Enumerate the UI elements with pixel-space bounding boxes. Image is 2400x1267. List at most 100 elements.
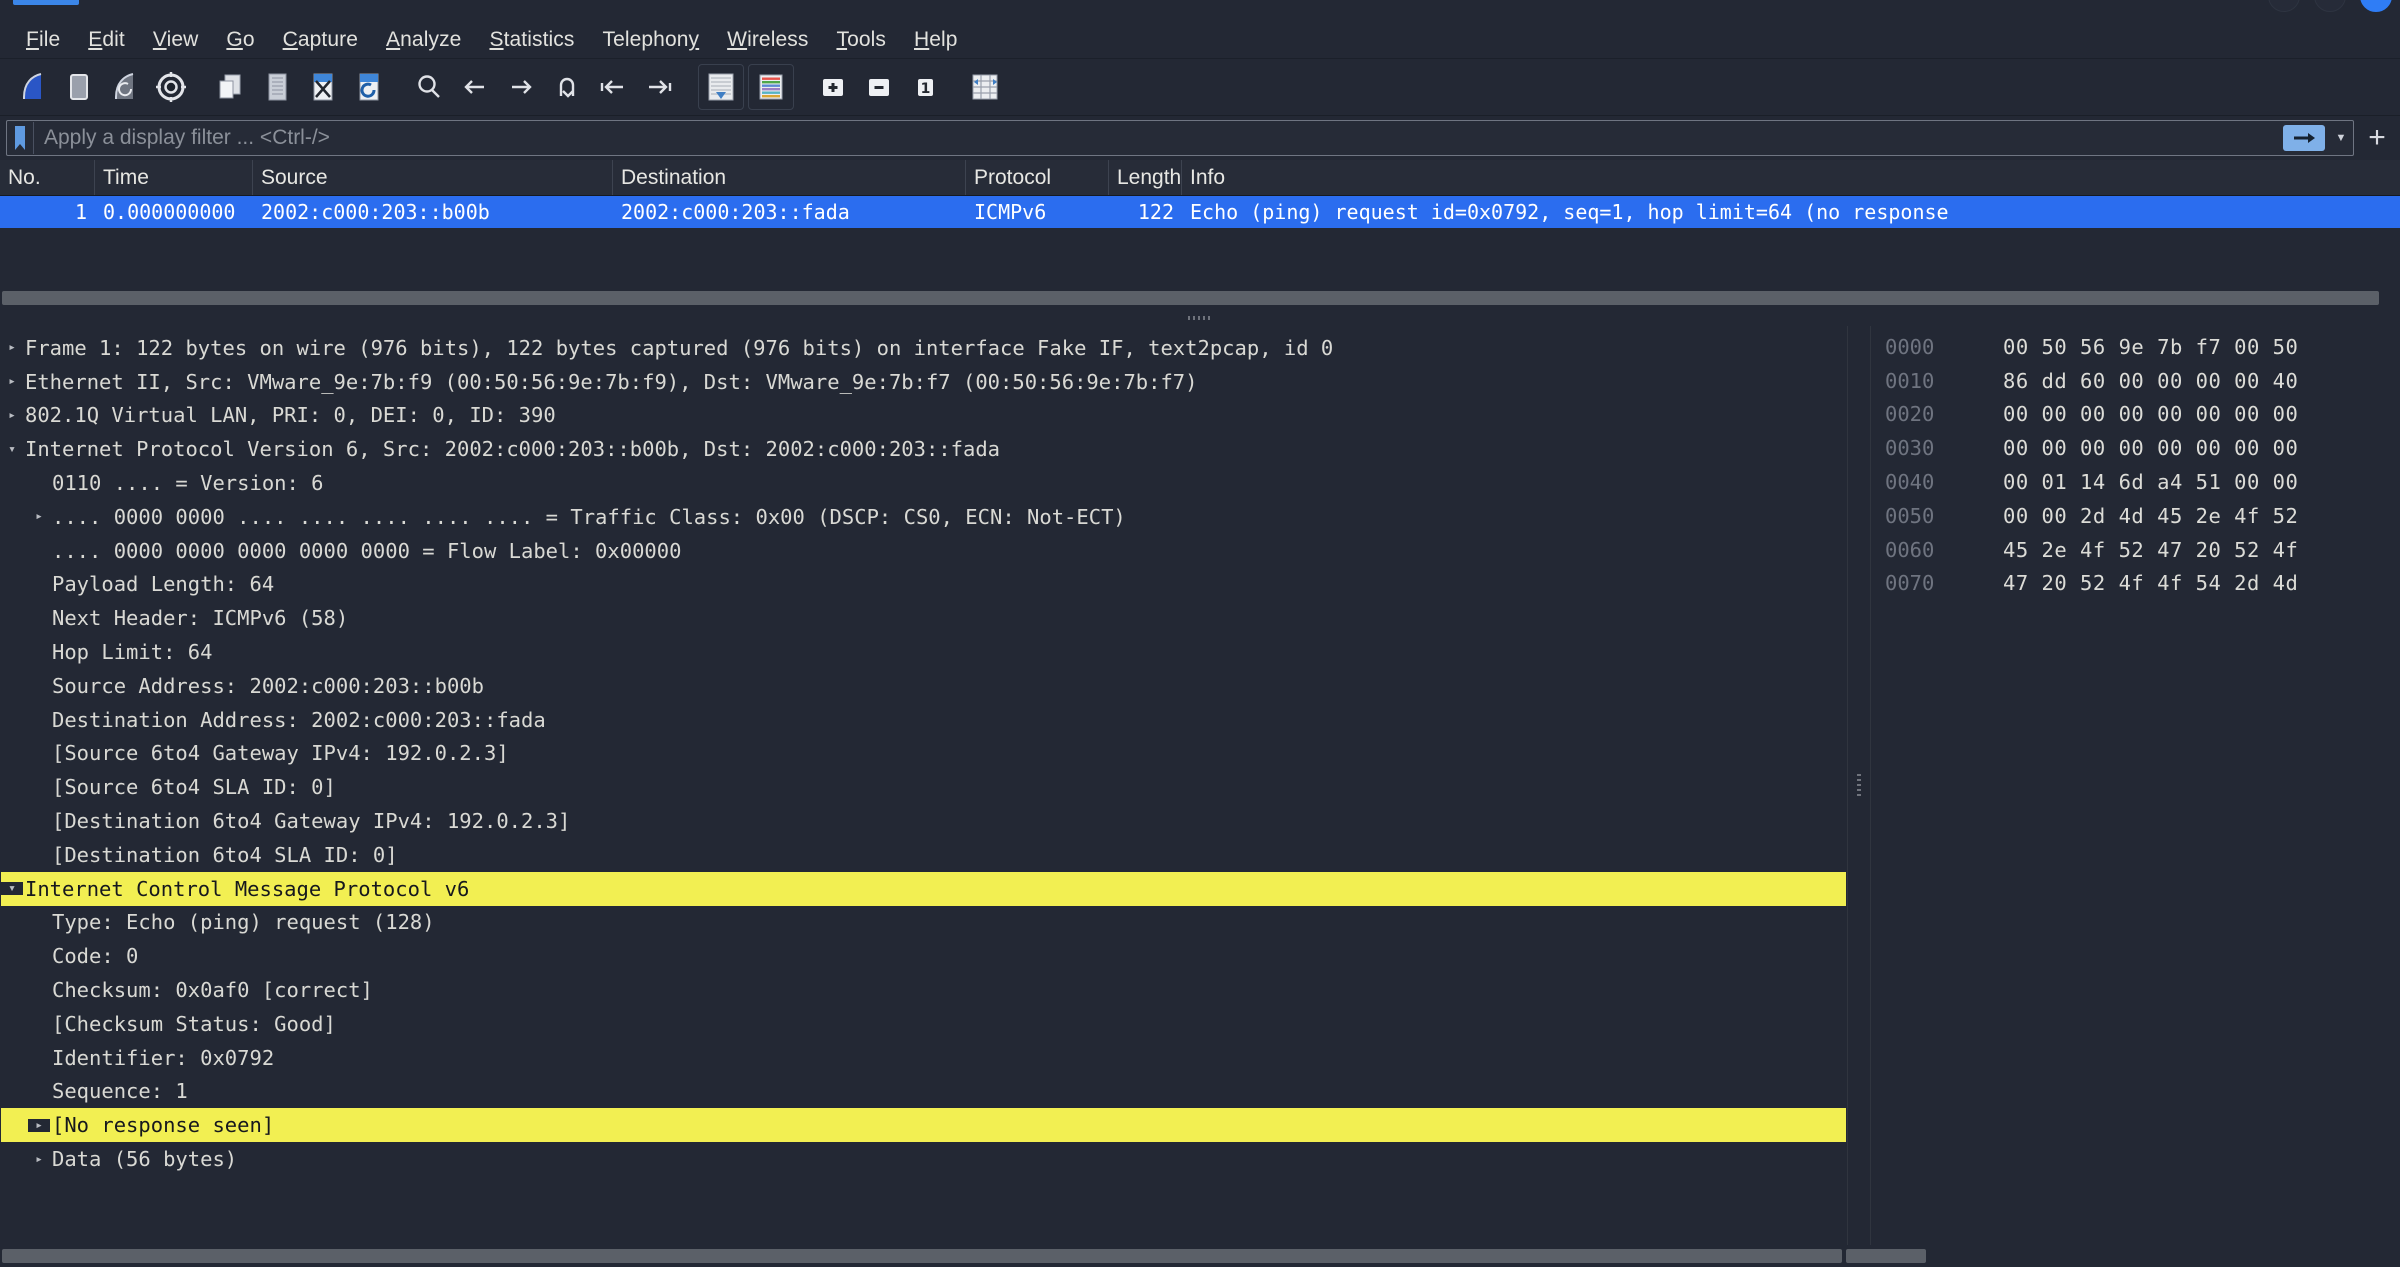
capture-options-icon[interactable]: [148, 64, 194, 110]
hex-row[interactable]: 0010 86 dd 60 00 00 00 00 40: [1871, 364, 2400, 398]
menu-help[interactable]: Help: [900, 26, 972, 54]
hex-row[interactable]: 0050 00 00 2d 4d 45 2e 4f 52: [1871, 499, 2400, 533]
detail-row[interactable]: Code: 0: [1, 939, 1846, 973]
details-hscrollbar[interactable]: [2, 1249, 1842, 1263]
detail-row[interactable]: 0110 .... = Version: 6: [1, 466, 1846, 500]
detail-row[interactable]: ▾ Internet Control Message Protocol v6: [1, 871, 1846, 906]
column-header-length[interactable]: Length: [1109, 160, 1182, 195]
zoom-out-icon[interactable]: [856, 64, 902, 110]
hex-row[interactable]: 0040 00 01 14 6d a4 51 00 00: [1871, 465, 2400, 499]
menu-statistics[interactable]: Statistics: [475, 26, 588, 54]
cell-time: 0.000000000: [103, 200, 236, 224]
restart-capture-icon[interactable]: [102, 64, 148, 110]
column-header-source[interactable]: Source: [253, 160, 613, 195]
display-filter-input[interactable]: Apply a display filter ... <Ctrl-/> ▼: [6, 120, 2354, 156]
menu-tools[interactable]: Tools: [822, 26, 900, 54]
detail-row[interactable]: ▸ 802.1Q Virtual LAN, PRI: 0, DEI: 0, ID:…: [1, 399, 1846, 433]
apply-filter-button[interactable]: [2283, 125, 2325, 151]
detail-row[interactable]: Source Address: 2002:c000:203::b00b: [1, 669, 1846, 703]
column-header-destination[interactable]: Destination: [613, 160, 966, 195]
packet-details-pane[interactable]: ▸ Frame 1: 122 bytes on wire (976 bits), …: [0, 326, 1847, 1245]
twisty-collapsed-icon[interactable]: ▸: [28, 1153, 50, 1166]
table-row[interactable]: 1 0.000000000 2002:c000:203::b00b 2002:c…: [0, 196, 2400, 228]
hex-row[interactable]: 0000 00 50 56 9e 7b f7 00 50: [1871, 330, 2400, 364]
menu-capture[interactable]: Capture: [269, 26, 372, 54]
detail-row[interactable]: Sequence: 1: [1, 1075, 1846, 1109]
menu-view[interactable]: View: [139, 26, 213, 54]
auto-scroll-icon[interactable]: [698, 64, 744, 110]
find-packet-icon[interactable]: [406, 64, 452, 110]
detail-row[interactable]: ▸ [No response seen]: [1, 1108, 1846, 1143]
detail-row[interactable]: Checksum: 0x0af0 [correct]: [1, 973, 1846, 1007]
hex-row[interactable]: 0030 00 00 00 00 00 00 00 00: [1871, 431, 2400, 465]
twisty-collapsed-icon[interactable]: ▸: [1, 341, 23, 354]
detail-row[interactable]: Hop Limit: 64: [1, 635, 1846, 669]
twisty-collapsed-icon[interactable]: ▸: [28, 1118, 50, 1132]
detail-row[interactable]: .... 0000 0000 0000 0000 0000 = Flow Lab…: [1, 534, 1846, 568]
detail-row[interactable]: [Destination 6to4 Gateway IPv4: 192.0.2.…: [1, 804, 1846, 838]
pane-splitter-vertical[interactable]: [1847, 326, 1871, 1245]
bottom-scrollbars: [0, 1245, 2400, 1267]
go-to-last-packet-icon[interactable]: [636, 64, 682, 110]
column-header-info[interactable]: Info: [1182, 160, 2400, 195]
column-header-protocol[interactable]: Protocol: [966, 160, 1109, 195]
colorize-packets-icon[interactable]: [748, 64, 794, 110]
detail-row[interactable]: Payload Length: 64: [1, 568, 1846, 602]
detail-row[interactable]: [Destination 6to4 SLA ID: 0]: [1, 838, 1846, 872]
twisty-expanded-icon[interactable]: ▾: [1, 443, 23, 456]
detail-row[interactable]: [Source 6to4 Gateway IPv4: 192.0.2.3]: [1, 737, 1846, 771]
menu-wireless[interactable]: Wireless: [713, 26, 822, 54]
menu-go[interactable]: Go: [212, 26, 268, 54]
save-file-icon[interactable]: [254, 64, 300, 110]
detail-row[interactable]: Next Header: ICMPv6 (58): [1, 601, 1846, 635]
twisty-collapsed-icon[interactable]: ▸: [1, 375, 23, 388]
resize-columns-icon[interactable]: [962, 64, 1008, 110]
go-to-packet-icon[interactable]: [544, 64, 590, 110]
detail-row-label: Checksum: 0x0af0 [correct]: [52, 978, 373, 1003]
packet-bytes-pane[interactable]: 0000 00 50 56 9e 7b f7 00 50 0010 86 dd 60 …: [1871, 326, 2400, 1245]
splitter-grip-vertical-icon: [1857, 773, 1861, 798]
detail-row[interactable]: Destination Address: 2002:c000:203::fada: [1, 703, 1846, 737]
detail-row[interactable]: Identifier: 0x0792: [1, 1041, 1846, 1075]
menu-edit[interactable]: Edit: [74, 26, 139, 54]
pane-splitter-horizontal[interactable]: [0, 310, 2400, 326]
detail-row[interactable]: ▸ Ethernet II, Src: VMware_9e:7b:f9 (00:5…: [1, 365, 1846, 399]
detail-row[interactable]: ▾ Internet Protocol Version 6, Src: 2002:…: [1, 432, 1846, 466]
open-file-icon[interactable]: [208, 64, 254, 110]
go-back-icon[interactable]: [452, 64, 498, 110]
minimize-button[interactable]: [2268, 0, 2300, 12]
stop-capture-icon[interactable]: [56, 64, 102, 110]
twisty-expanded-icon[interactable]: ▾: [1, 882, 23, 896]
column-header-no[interactable]: No.: [0, 160, 95, 195]
twisty-collapsed-icon[interactable]: ▸: [1, 409, 23, 422]
menu-analyze[interactable]: Analyze: [372, 26, 475, 54]
bookmark-icon[interactable]: [7, 122, 34, 154]
hex-row[interactable]: 0060 45 2e 4f 52 47 20 52 4f: [1871, 533, 2400, 567]
add-filter-button[interactable]: +: [2360, 121, 2394, 155]
menu-telephony[interactable]: Telephony: [588, 26, 713, 54]
hex-row[interactable]: 0070 47 20 52 4f 4f 54 2d 4d: [1871, 567, 2400, 601]
detail-row[interactable]: [Checksum Status: Good]: [1, 1007, 1846, 1041]
zoom-reset-icon[interactable]: 1: [902, 64, 948, 110]
hex-row[interactable]: 0020 00 00 00 00 00 00 00 00: [1871, 398, 2400, 432]
reload-file-icon[interactable]: [346, 64, 392, 110]
bytes-hscrollbar[interactable]: [1846, 1249, 1926, 1263]
detail-row[interactable]: ▸ Frame 1: 122 bytes on wire (976 bits), …: [1, 331, 1846, 365]
detail-row[interactable]: [Source 6to4 SLA ID: 0]: [1, 770, 1846, 804]
go-to-first-packet-icon[interactable]: [590, 64, 636, 110]
zoom-in-icon[interactable]: [810, 64, 856, 110]
go-forward-icon[interactable]: [498, 64, 544, 110]
detail-row[interactable]: ▸.... 0000 0000 .... .... .... .... ....…: [1, 500, 1846, 534]
column-header-time[interactable]: Time: [95, 160, 253, 195]
detail-row-label: [No response seen]: [52, 1113, 275, 1138]
menu-file[interactable]: File: [12, 26, 74, 54]
maximize-button[interactable]: [2314, 0, 2346, 12]
start-capture-icon[interactable]: [10, 64, 56, 110]
packet-list-hscrollbar[interactable]: [2, 291, 2379, 305]
detail-row[interactable]: Type: Echo (ping) request (128): [1, 906, 1846, 940]
close-file-icon[interactable]: [300, 64, 346, 110]
twisty-collapsed-icon[interactable]: ▸: [28, 510, 50, 523]
close-button[interactable]: [2360, 0, 2392, 12]
filter-dropdown-icon[interactable]: ▼: [2329, 125, 2353, 151]
detail-row[interactable]: ▸ Data (56 bytes): [1, 1142, 1846, 1176]
